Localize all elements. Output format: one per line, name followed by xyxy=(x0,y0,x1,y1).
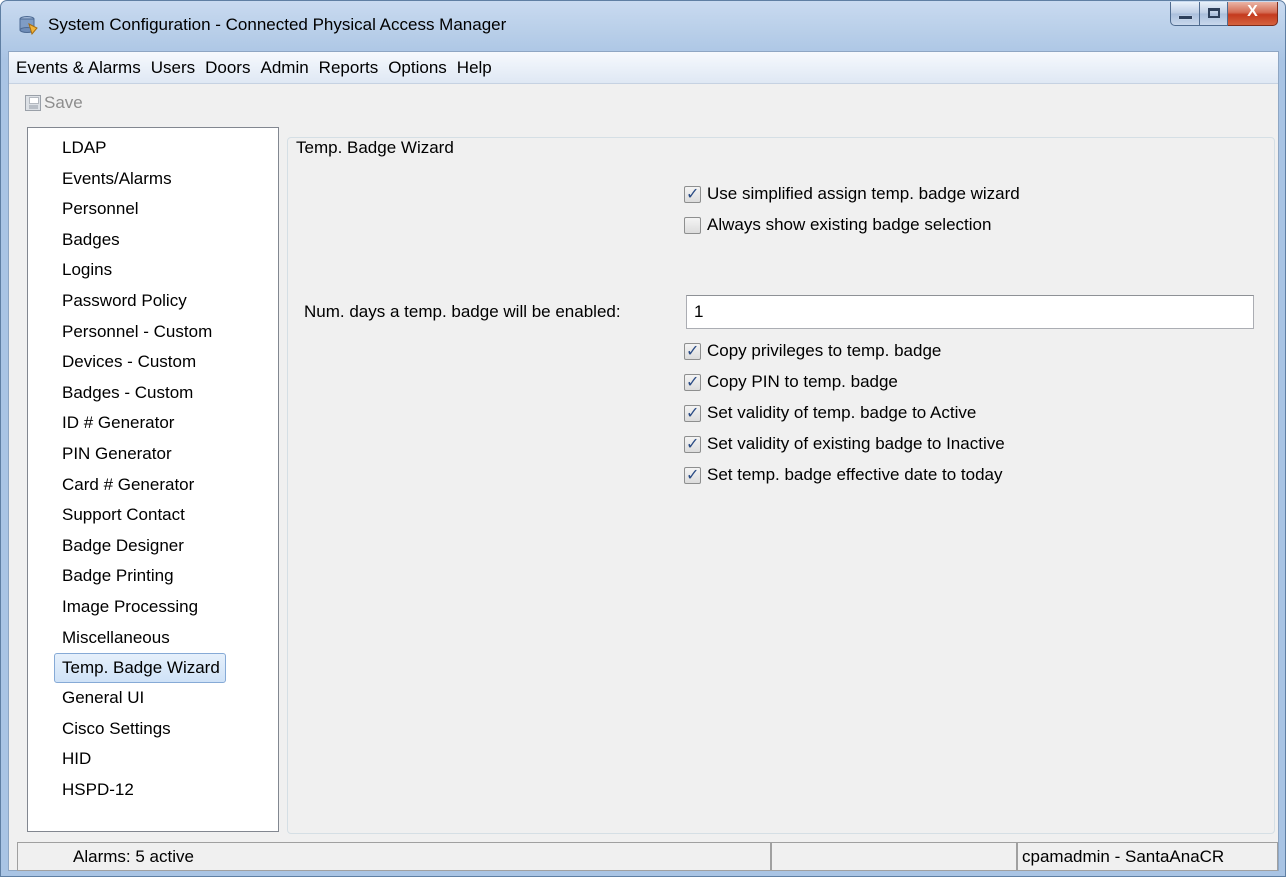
status-user: cpamadmin - SantaAnaCR xyxy=(1017,842,1278,871)
sidebar-item-card-generator[interactable]: Card # Generator xyxy=(53,470,199,501)
checkbox-label: Copy privileges to temp. badge xyxy=(707,341,942,360)
window-title: System Configuration - Connected Physica… xyxy=(48,15,507,34)
minimize-icon xyxy=(1179,16,1192,19)
status-middle xyxy=(771,842,1017,871)
checkbox-box[interactable] xyxy=(684,372,701,391)
sidebar-item-badge-printing[interactable]: Badge Printing xyxy=(53,561,179,592)
checkbox-box[interactable] xyxy=(684,465,701,484)
minimize-button[interactable] xyxy=(1170,2,1200,26)
sidebar-item-support-contact[interactable]: Support Contact xyxy=(53,500,190,531)
temp-badge-wizard-group: Temp. Badge Wizard Use simplified assign… xyxy=(287,137,1275,834)
toolbar: Save xyxy=(9,85,1278,121)
checkbox-label: Set validity of existing badge to Inacti… xyxy=(707,434,1005,453)
title-bar[interactable]: System Configuration - Connected Physica… xyxy=(1,1,1285,51)
menu-events-alarms[interactable]: Events & Alarms xyxy=(11,52,146,84)
checkbox-label: Copy PIN to temp. badge xyxy=(707,372,898,391)
close-button[interactable]: X xyxy=(1228,2,1278,26)
days-enabled-input[interactable] xyxy=(686,295,1254,329)
sidebar-item-ldap[interactable]: LDAP xyxy=(53,133,111,164)
checkbox-label: Use simplified assign temp. badge wizard xyxy=(707,184,1020,203)
sidebar-item-image-processing[interactable]: Image Processing xyxy=(53,592,203,623)
days-enabled-label: Num. days a temp. badge will be enabled: xyxy=(304,302,621,321)
category-list: LDAP Events/Alarms Personnel Badges Logins Pa… xyxy=(28,128,278,805)
checkbox-box[interactable] xyxy=(684,184,701,203)
checkbox-box[interactable] xyxy=(684,216,701,234)
checkbox-label: Always show existing badge selection xyxy=(707,215,992,234)
copy-privileges-checkbox[interactable]: Copy privileges to temp. badge xyxy=(684,341,941,361)
sidebar-item-temp-badge-wizard[interactable]: Temp. Badge Wizard xyxy=(54,653,226,684)
sidebar-item-id-generator[interactable]: ID # Generator xyxy=(53,408,179,439)
client-area: Events & Alarms Users Doors Admin Report… xyxy=(8,51,1279,871)
menu-options[interactable]: Options xyxy=(383,52,452,84)
maximize-button[interactable] xyxy=(1200,2,1228,26)
sidebar-item-badges-custom[interactable]: Badges - Custom xyxy=(53,378,198,409)
menu-reports[interactable]: Reports xyxy=(314,52,384,84)
checkbox-box[interactable] xyxy=(684,403,701,422)
sidebar-item-logins[interactable]: Logins xyxy=(53,255,117,286)
sidebar-item-general-ui[interactable]: General UI xyxy=(53,683,149,714)
always-show-existing-badge-checkbox[interactable]: Always show existing badge selection xyxy=(684,215,991,235)
sidebar-item-devices-custom[interactable]: Devices - Custom xyxy=(53,347,201,378)
effective-date-today-checkbox[interactable]: Set temp. badge effective date to today xyxy=(684,465,1003,485)
sidebar-item-password-policy[interactable]: Password Policy xyxy=(53,286,192,317)
sidebar-item-miscellaneous[interactable]: Miscellaneous xyxy=(53,623,175,654)
caption-buttons: X xyxy=(1170,2,1278,26)
config-category-list[interactable]: LDAP Events/Alarms Personnel Badges Logins Pa… xyxy=(27,127,279,832)
temp-badge-active-checkbox[interactable]: Set validity of temp. badge to Active xyxy=(684,403,976,423)
menu-admin[interactable]: Admin xyxy=(255,52,313,84)
floppy-disk-icon xyxy=(25,95,41,111)
sidebar-item-personnel-custom[interactable]: Personnel - Custom xyxy=(53,317,217,348)
sidebar-item-badge-designer[interactable]: Badge Designer xyxy=(53,531,189,562)
existing-badge-inactive-checkbox[interactable]: Set validity of existing badge to Inacti… xyxy=(684,434,1005,454)
checkbox-box[interactable] xyxy=(684,434,701,453)
status-bar: Alarms: 5 active cpamadmin - SantaAnaCR xyxy=(9,842,1278,872)
status-alarms[interactable]: Alarms: 5 active xyxy=(17,842,771,871)
sidebar-item-personnel[interactable]: Personnel xyxy=(53,194,144,225)
menu-doors[interactable]: Doors xyxy=(200,52,255,84)
sidebar-item-badges[interactable]: Badges xyxy=(53,225,125,256)
settings-panel: Temp. Badge Wizard Use simplified assign… xyxy=(287,127,1275,834)
application-window: System Configuration - Connected Physica… xyxy=(0,0,1286,877)
sidebar-item-cisco-settings[interactable]: Cisco Settings xyxy=(53,714,176,745)
checkbox-box[interactable] xyxy=(684,341,701,360)
database-app-icon[interactable] xyxy=(18,15,38,36)
use-simplified-wizard-checkbox[interactable]: Use simplified assign temp. badge wizard xyxy=(684,184,1020,204)
copy-pin-checkbox[interactable]: Copy PIN to temp. badge xyxy=(684,372,898,392)
sidebar-item-pin-generator[interactable]: PIN Generator xyxy=(53,439,177,470)
sidebar-item-events-alarms[interactable]: Events/Alarms xyxy=(53,164,177,195)
menu-users[interactable]: Users xyxy=(146,52,200,84)
group-title: Temp. Badge Wizard xyxy=(292,138,458,158)
close-icon: X xyxy=(1247,3,1258,20)
sidebar-item-hspd-12[interactable]: HSPD-12 xyxy=(53,775,139,806)
save-button[interactable]: Save xyxy=(44,93,83,113)
maximize-icon xyxy=(1208,8,1220,18)
menu-bar: Events & Alarms Users Doors Admin Report… xyxy=(9,52,1278,84)
menu-help[interactable]: Help xyxy=(452,52,497,84)
checkbox-label: Set validity of temp. badge to Active xyxy=(707,403,977,422)
sidebar-item-hid[interactable]: HID xyxy=(53,744,96,775)
checkbox-label: Set temp. badge effective date to today xyxy=(707,465,1003,484)
